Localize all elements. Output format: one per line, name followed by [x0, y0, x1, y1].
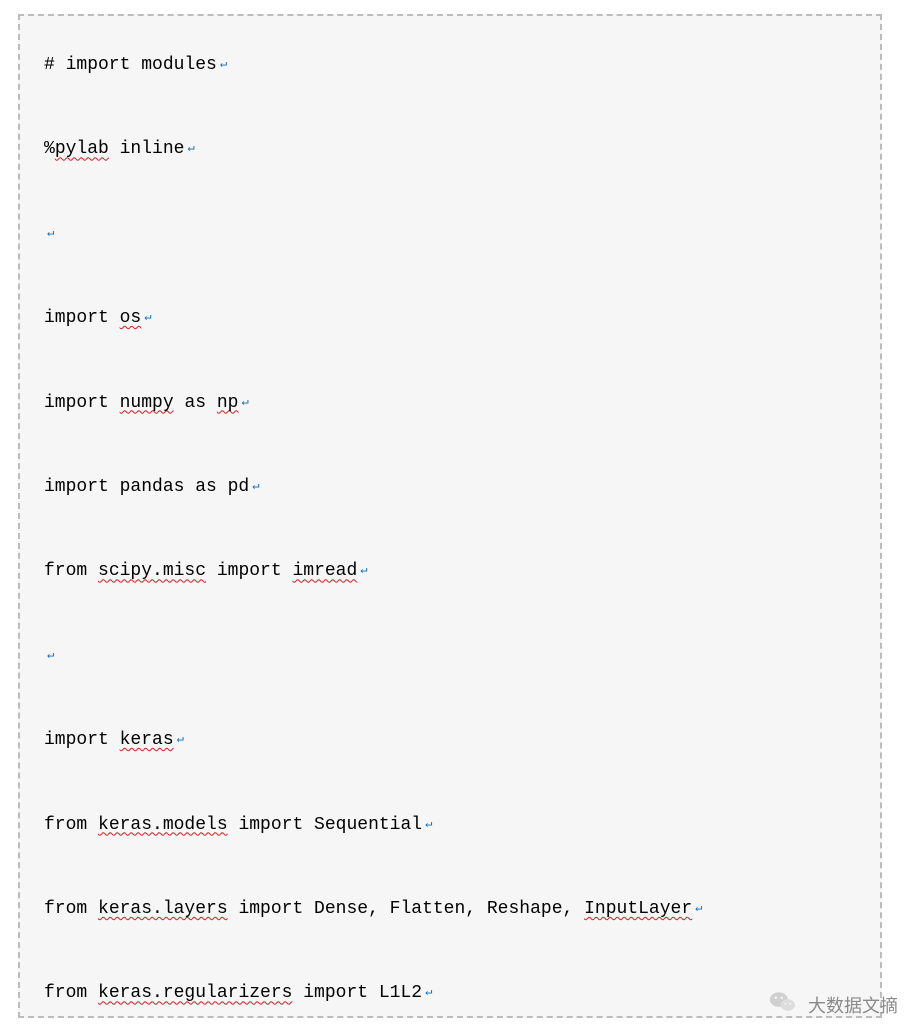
paragraph-mark-icon: ↵ [695, 901, 702, 915]
paragraph-mark-icon: ↵ [47, 226, 54, 240]
spellcheck-marked-text: InputLayer [584, 899, 692, 919]
code-text: import Sequential [228, 815, 422, 835]
paragraph-mark-icon: ↵ [241, 395, 248, 409]
wechat-icon [768, 987, 798, 1022]
code-text: from [44, 983, 98, 1003]
code-line: %pylab inline↵ [44, 138, 856, 161]
code-text: # import modules [44, 55, 217, 75]
code-line: import os↵ [44, 307, 856, 330]
code-line: from scipy.misc import imread↵ [44, 560, 856, 583]
spellcheck-marked-text: keras.regularizers [98, 983, 292, 1003]
code-line: import keras↵ [44, 729, 856, 752]
code-text: from [44, 899, 98, 919]
code-text: import pandas as pd [44, 477, 249, 497]
code-text: import [44, 730, 120, 750]
paragraph-mark-icon: ↵ [187, 141, 194, 155]
blank-line: ↵ [44, 223, 856, 246]
spellcheck-marked-text: numpy [120, 393, 174, 413]
watermark: 大数据文摘 [768, 987, 898, 1022]
code-text: import Dense, Flatten, Reshape, [228, 899, 584, 919]
paragraph-mark-icon: ↵ [144, 310, 151, 324]
paragraph-mark-icon: ↵ [360, 563, 367, 577]
spellcheck-marked-text: keras.models [98, 815, 228, 835]
code-line: from keras.models import Sequential↵ [44, 814, 856, 837]
code-text: as [174, 393, 217, 413]
spellcheck-marked-text: scipy.misc [98, 561, 206, 581]
paragraph-mark-icon: ↵ [177, 732, 184, 746]
code-text: import [206, 561, 292, 581]
spellcheck-marked-text: imread [292, 561, 357, 581]
blank-line: ↵ [44, 645, 856, 668]
code-text: import L1L2 [292, 983, 422, 1003]
paragraph-mark-icon: ↵ [425, 817, 432, 831]
code-line: import numpy as np↵ [44, 392, 856, 415]
paragraph-mark-icon: ↵ [220, 57, 227, 71]
code-frame: # import modules↵%pylab inline↵↵import o… [18, 14, 882, 1018]
spellcheck-marked-text: np [217, 393, 239, 413]
code-line: import pandas as pd↵ [44, 476, 856, 499]
paragraph-mark-icon: ↵ [47, 648, 54, 662]
code-line: from keras.layers import Dense, Flatten,… [44, 898, 856, 921]
code-text: from [44, 561, 98, 581]
watermark-text: 大数据文摘 [808, 992, 898, 1018]
code-text: % [44, 139, 55, 159]
code-line: # import modules↵ [44, 54, 856, 77]
code-text: inline [109, 139, 185, 159]
spellcheck-marked-text: keras.layers [98, 899, 228, 919]
code-text: import [44, 393, 120, 413]
paragraph-mark-icon: ↵ [252, 479, 259, 493]
spellcheck-marked-text: pylab [55, 139, 109, 159]
code-line: from keras.regularizers import L1L2↵ [44, 982, 856, 1005]
paragraph-mark-icon: ↵ [425, 985, 432, 999]
spellcheck-marked-text: os [120, 308, 142, 328]
code-text: from [44, 815, 98, 835]
code-text: import [44, 308, 120, 328]
spellcheck-marked-text: keras [120, 730, 174, 750]
